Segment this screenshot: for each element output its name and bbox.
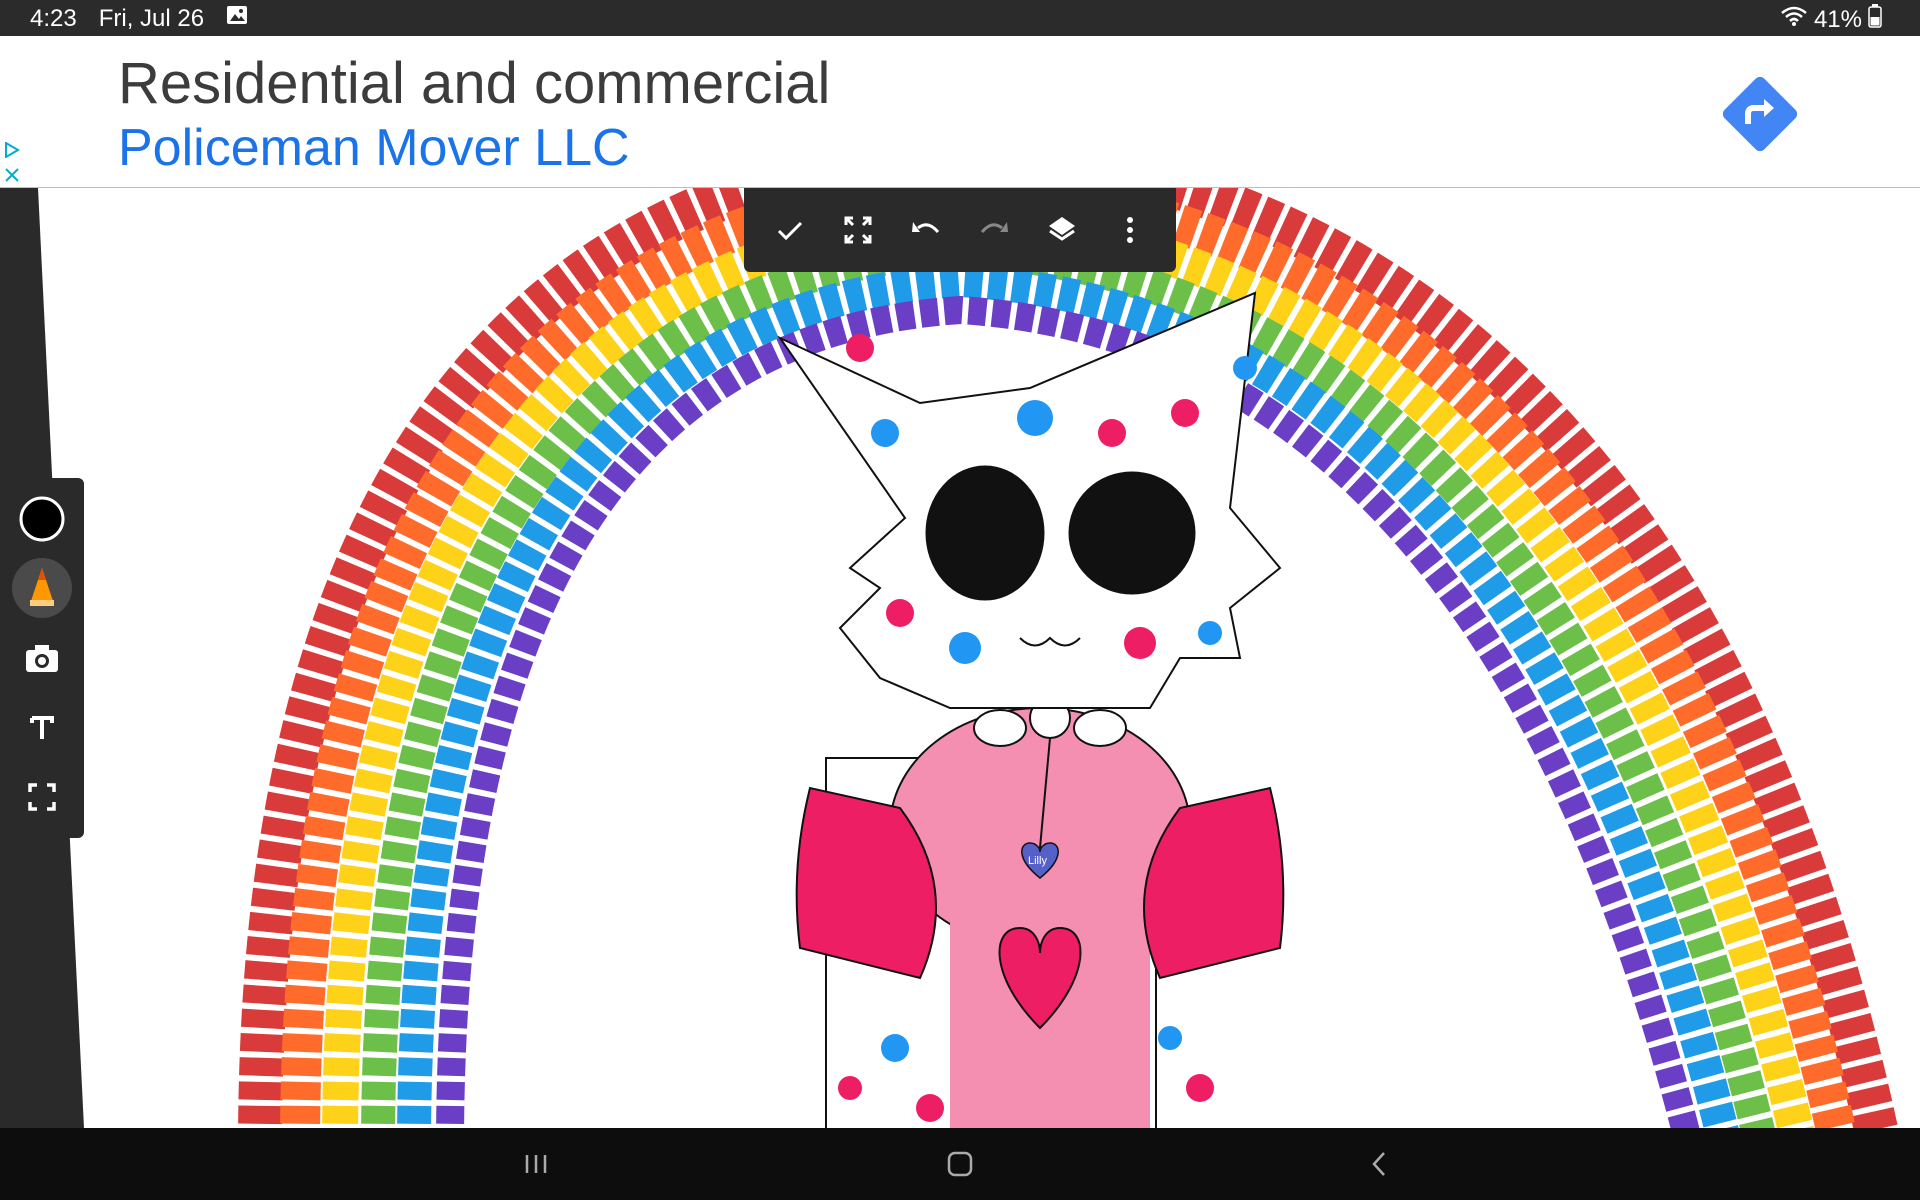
brush-tool-icon[interactable] (12, 558, 72, 619)
ad-advertiser[interactable]: Policeman Mover LLC (118, 118, 630, 178)
adchoices[interactable] (4, 141, 20, 188)
undo-icon[interactable] (902, 206, 950, 254)
redo-icon[interactable] (970, 206, 1018, 254)
battery-icon (1868, 4, 1882, 35)
drawing-artwork: Lilly (238, 188, 1899, 1128)
fit-screen-icon[interactable] (12, 767, 72, 827)
brush-color-icon[interactable] (12, 489, 72, 549)
drawing-toolbar (744, 188, 1176, 272)
tool-palette (0, 478, 84, 838)
more-icon[interactable] (1106, 206, 1154, 254)
system-nav-bar (0, 1128, 1920, 1200)
adchoices-icon[interactable] (4, 141, 20, 163)
fullscreen-icon[interactable] (834, 206, 882, 254)
close-icon[interactable] (4, 167, 20, 188)
home-icon[interactable] (930, 1140, 990, 1188)
status-date: Fri, Jul 26 (98, 4, 205, 32)
ad-headline[interactable]: Residential and commercial (118, 50, 830, 117)
check-icon[interactable] (766, 206, 814, 254)
layers-icon[interactable] (1038, 206, 1086, 254)
gallery-icon (226, 4, 248, 33)
drawing-canvas[interactable]: Lilly (0, 188, 1920, 1128)
status-bar: 4:23 Fri, Jul 26 41% (0, 0, 1920, 36)
recents-icon[interactable] (506, 1140, 566, 1188)
text-tool-icon[interactable] (12, 698, 72, 758)
back-icon[interactable] (1350, 1140, 1410, 1188)
directions-icon[interactable] (1720, 74, 1800, 154)
status-time: 4:23 (30, 4, 77, 32)
camera-icon[interactable] (12, 628, 72, 688)
ad-banner[interactable]: Residential and commercial Policeman Mov… (0, 36, 1920, 188)
wifi-icon (1780, 5, 1808, 34)
battery-percent: 41% (1813, 5, 1862, 33)
charm-label: Lilly (1028, 855, 1047, 867)
